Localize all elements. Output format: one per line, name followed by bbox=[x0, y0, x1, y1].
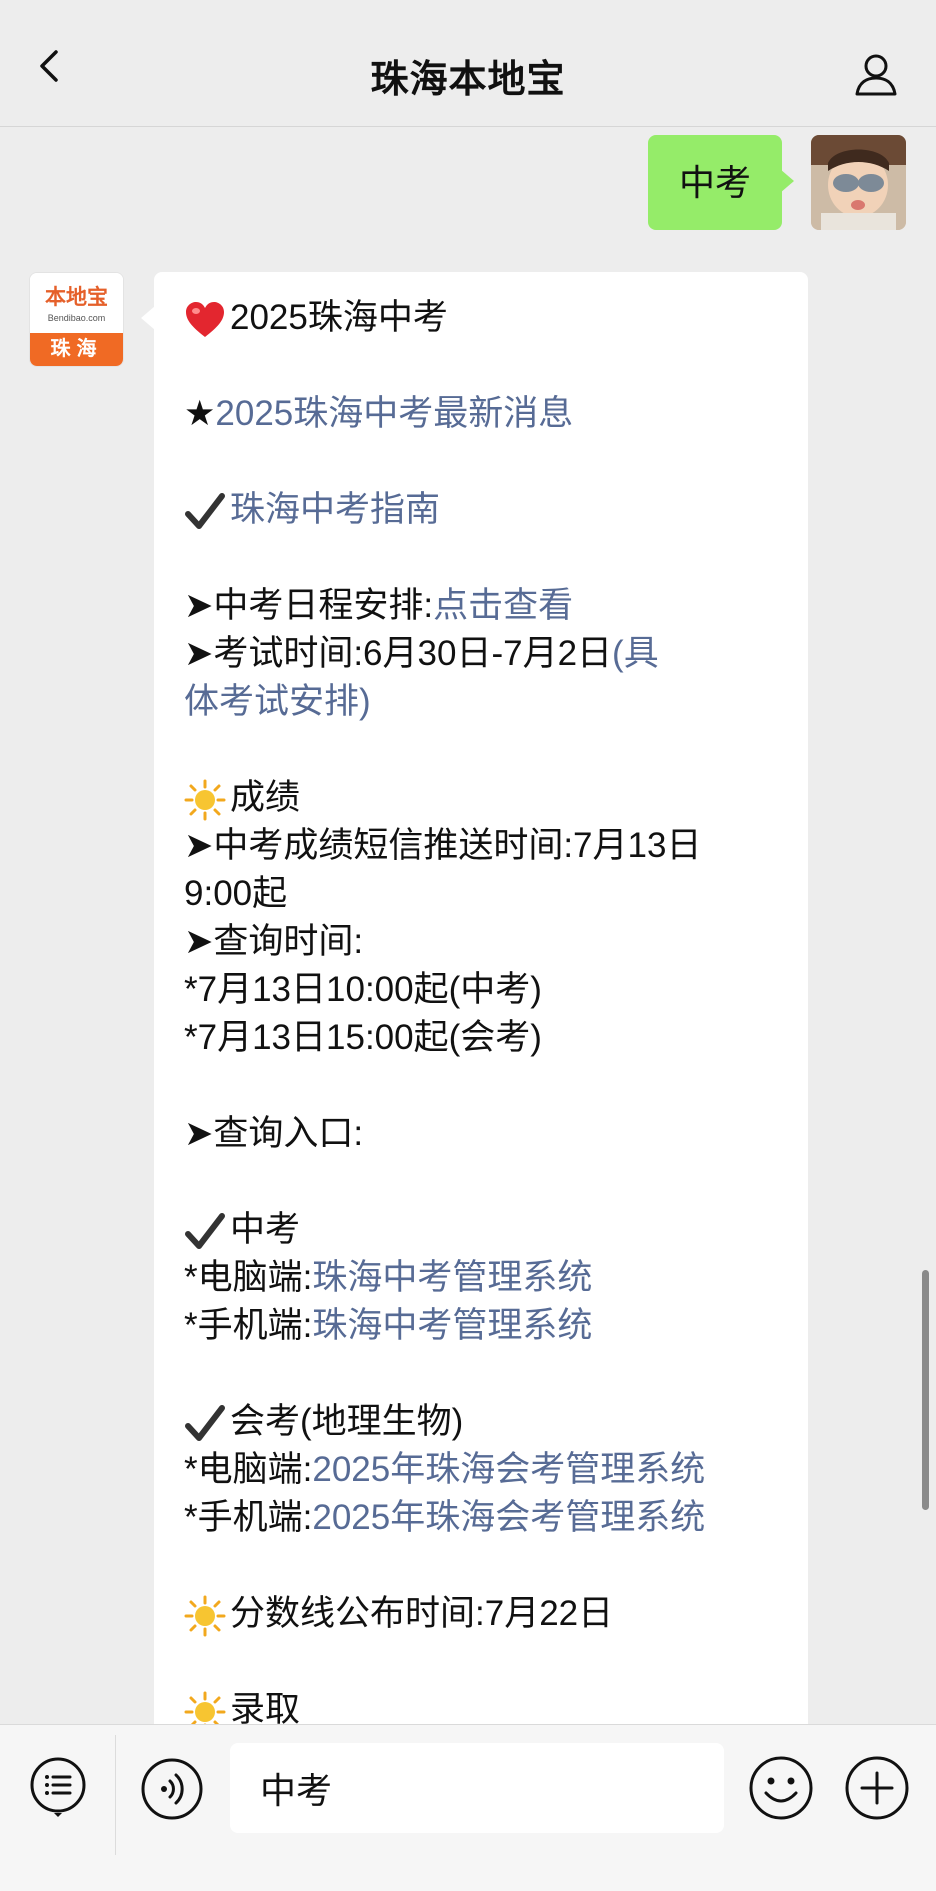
emoji-icon[interactable] bbox=[748, 1755, 814, 1821]
exam-arrangement-link-part2[interactable]: 体考试安排) bbox=[184, 682, 371, 721]
input-bar bbox=[0, 1724, 936, 1891]
sms-push-time-line1: ➤中考成绩短信推送时间:7月13日 bbox=[184, 826, 702, 865]
zhongkao-pc-link[interactable]: 珠海中考管理系统 bbox=[312, 1258, 592, 1297]
message-heading: 2025珠海中考 bbox=[230, 298, 448, 337]
guide-link[interactable]: 珠海中考指南 bbox=[230, 490, 440, 529]
checkmark-icon bbox=[185, 1404, 225, 1441]
huikao-pc-link[interactable]: 2025年珠海会考管理系统 bbox=[312, 1450, 705, 1489]
checkmark-icon bbox=[185, 1212, 225, 1249]
schedule-link[interactable]: 点击查看 bbox=[433, 586, 573, 625]
sun-icon bbox=[184, 779, 226, 821]
sms-push-time-line2: 9:00起 bbox=[184, 874, 288, 913]
avatar-logo-text: 本地宝 bbox=[45, 286, 108, 309]
schedule-label: ➤中考日程安排: bbox=[184, 586, 434, 625]
query-time-zhongkao: *7月13日10:00起(中考) bbox=[184, 970, 542, 1009]
heart-icon bbox=[186, 301, 224, 337]
huikao-mobile-link[interactable]: 2025年珠海会考管理系统 bbox=[312, 1498, 705, 1537]
page-title: 珠海本地宝 bbox=[370, 59, 566, 101]
query-entry-label: ➤查询入口: bbox=[184, 1114, 364, 1153]
huikao-title: 会考(地理生物) bbox=[230, 1402, 464, 1441]
bot-message-bubble: 2025珠海中考 ★2025珠海中考最新消息 珠海中考指南 ➤中考日程安排:点击… bbox=[141, 272, 808, 1734]
chat-scrollbar[interactable] bbox=[922, 1270, 929, 1510]
plus-icon[interactable] bbox=[844, 1755, 910, 1821]
avatar-logo-sub: Bendibao.com bbox=[47, 313, 106, 323]
official-account-avatar[interactable]: 本地宝 Bendibao.com 珠海 bbox=[29, 272, 124, 367]
mobile-label: *手机端: bbox=[184, 1498, 313, 1537]
zhongkao-mobile-link[interactable]: 珠海中考管理系统 bbox=[312, 1306, 592, 1345]
menu-list-icon[interactable] bbox=[28, 1757, 88, 1817]
scores-title: 成绩 bbox=[230, 778, 301, 817]
exam-arrangement-link-part1[interactable]: (具 bbox=[612, 634, 659, 673]
input-bar-divider bbox=[115, 1735, 116, 1855]
exam-time-label: ➤考试时间:6月30日-7月2日 bbox=[184, 634, 613, 673]
avatar-city-label: 珠海 bbox=[30, 333, 123, 366]
voice-icon[interactable] bbox=[140, 1757, 204, 1821]
query-time-huikao: *7月13日15:00起(会考) bbox=[184, 1018, 542, 1057]
zhongkao-title: 中考 bbox=[230, 1210, 301, 1249]
latest-news-link[interactable]: 2025珠海中考最新消息 bbox=[215, 394, 573, 433]
profile-icon[interactable] bbox=[852, 50, 900, 98]
star-icon: ★ bbox=[184, 394, 216, 433]
nav-header: 珠海本地宝 bbox=[0, 0, 936, 127]
sun-icon bbox=[184, 1595, 226, 1637]
score-line-release-time: 分数线公布时间:7月22日 bbox=[230, 1594, 614, 1633]
checkmark-icon bbox=[185, 492, 225, 529]
message-input[interactable] bbox=[230, 1743, 724, 1833]
pc-label: *电脑端: bbox=[184, 1450, 313, 1489]
user-avatar[interactable] bbox=[811, 135, 906, 230]
bot-message-content: 2025珠海中考 ★2025珠海中考最新消息 珠海中考指南 ➤中考日程安排:点击… bbox=[184, 294, 784, 1734]
mobile-label: *手机端: bbox=[184, 1306, 313, 1345]
pc-label: *电脑端: bbox=[184, 1258, 313, 1297]
user-message-bubble[interactable]: 中考 bbox=[648, 135, 794, 230]
user-avatar-image bbox=[811, 135, 906, 230]
query-time-label: ➤查询时间: bbox=[184, 922, 364, 961]
